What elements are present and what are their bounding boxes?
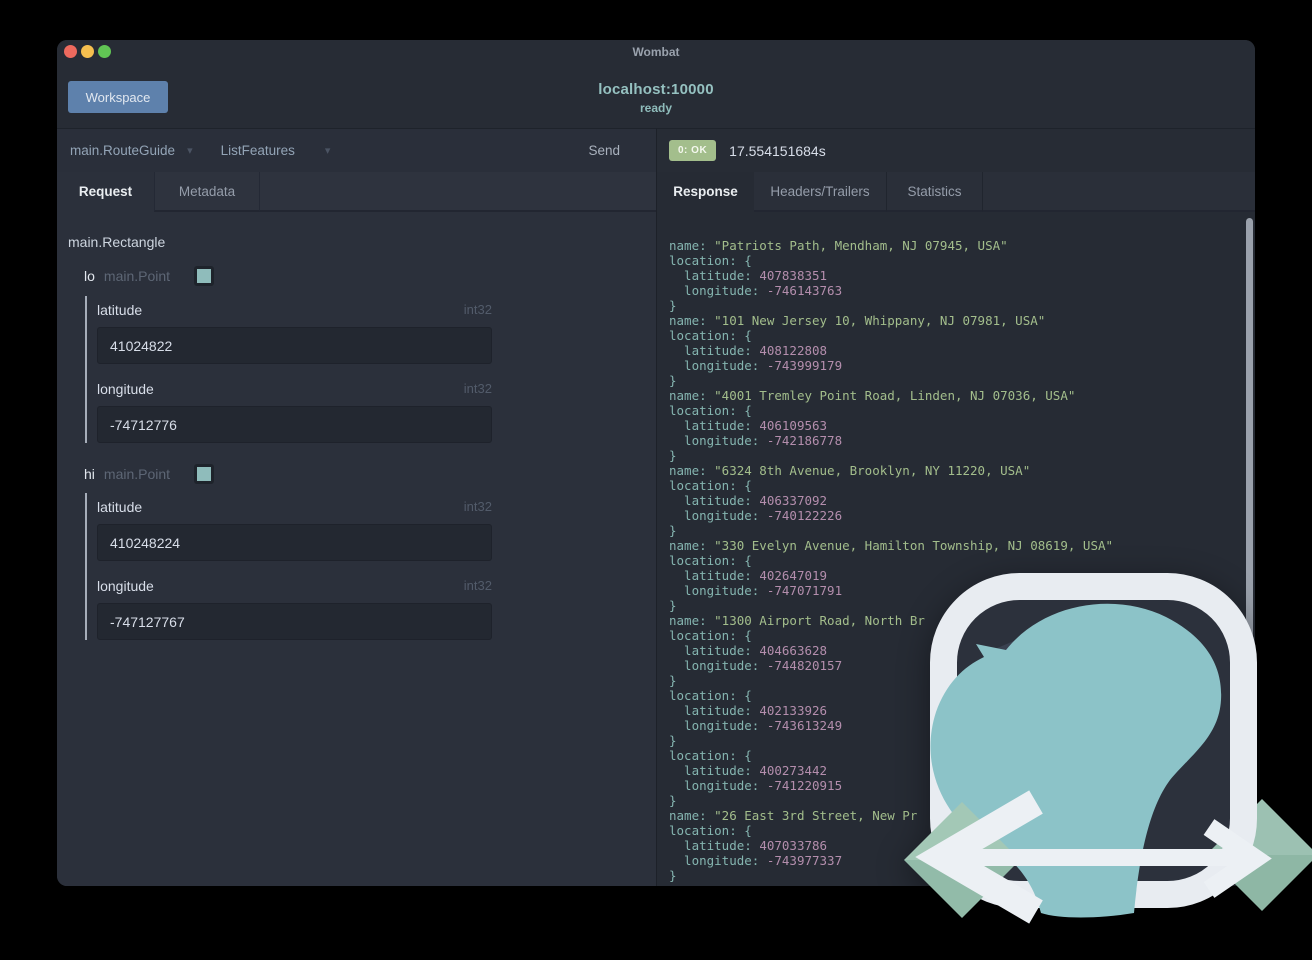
field-label-row: longitude int32 [97,381,492,397]
window-title: Wombat [632,45,680,59]
field-name: lo [84,268,95,284]
indent-guide [85,493,87,640]
field-type: main.Point [103,268,171,284]
checkmark-fill [197,269,212,283]
chevron-down-icon: ▾ [324,145,331,157]
server-status: ready [639,101,673,115]
lo-longitude-input[interactable] [97,406,492,443]
duration-label: 17.554151684s [729,142,826,159]
tabbar-filler [983,172,1255,212]
group-lo-header: lo main.Point [84,266,215,286]
send-button[interactable]: Send [588,143,620,158]
chevron-down-icon: ▾ [187,145,193,157]
server-block: localhost:10000 ready [57,64,1255,115]
hi-checkbox[interactable] [194,464,215,484]
checkmark-fill [197,467,212,481]
screen: Wombat Workspace localhost:10000 ready m… [0,0,1312,960]
response-tabbar: Response Headers/Trailers Statistics [656,172,1255,212]
lo-latitude-input[interactable] [97,327,492,364]
tabbar-filler [260,172,656,212]
message-type-label: main.Rectangle [68,234,166,250]
field-type-label: int32 [463,578,492,593]
indent-guide [85,296,87,443]
wombat-logo [904,573,1312,924]
lo-checkbox[interactable] [194,266,215,286]
field-name: hi [84,466,95,482]
service-dropdown[interactable]: main.RouteGuide [70,143,175,158]
tab-statistics[interactable]: Statistics [887,172,983,212]
field-type-label: int32 [463,381,492,396]
tab-metadata[interactable]: Metadata [154,172,260,212]
toolbar-left: main.RouteGuide ▾ ListFeatures ▾ Send [57,128,656,172]
header: Workspace localhost:10000 ready [57,64,1255,128]
field-type-label: int32 [463,499,492,514]
method-dropdown[interactable]: ListFeatures [221,143,295,158]
field-label: longitude [97,381,154,397]
field-label: latitude [97,302,143,318]
request-form-panel: main.Rectangle lo main.Point latitude in… [57,212,656,886]
field-label: longitude [97,578,154,594]
field-label-row: longitude int32 [97,578,492,594]
toolbar: main.RouteGuide ▾ ListFeatures ▾ Send 0:… [57,128,1255,172]
tab-headers-trailers[interactable]: Headers/Trailers [754,172,887,212]
field-label-row: latitude int32 [97,499,492,515]
field-label-row: latitude int32 [97,302,492,318]
hi-longitude-input[interactable] [97,603,492,640]
tab-request[interactable]: Request [57,172,154,212]
field-label: latitude [97,499,143,515]
field-type: main.Point [103,466,171,482]
toolbar-right: 0: OK 17.554151684s [656,128,1255,172]
server-address: localhost:10000 [598,81,714,98]
tab-response[interactable]: Response [657,172,754,212]
field-type-label: int32 [463,302,492,317]
titlebar: Wombat [57,40,1255,64]
request-tabbar: Request Metadata [57,172,656,212]
group-hi-header: hi main.Point [84,464,215,484]
status-badge: 0: OK [669,140,717,161]
hi-latitude-input[interactable] [97,524,492,561]
